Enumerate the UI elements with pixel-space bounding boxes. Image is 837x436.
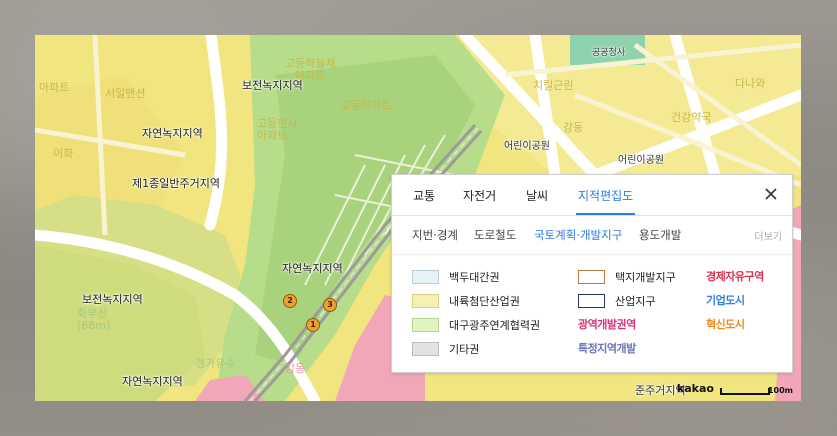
legend-label: 대구광주연계협력권 xyxy=(449,319,541,332)
zone-label: 자연녹지지역 xyxy=(282,262,343,275)
layer-tabs: 교통 자전거 날씨 지적편집도 xyxy=(392,175,792,216)
kakao-logo: kakao xyxy=(676,382,714,395)
place-name: 강동 xyxy=(563,121,584,134)
legend-swatch xyxy=(412,342,439,356)
cadastral-subtabs: 지번·경계 도로철도 국토계획·개발지구 용도개발 더보기 xyxy=(392,216,792,255)
place-name: 건강약국 xyxy=(671,111,712,124)
subtab-lot-boundary[interactable]: 지번·경계 xyxy=(412,227,458,243)
public-office-label: 공공청사 xyxy=(592,48,626,58)
subtab-land-use[interactable]: 용도개발 xyxy=(639,227,681,243)
place-name: 이화 xyxy=(53,147,74,160)
legend-item: 백두대간권 xyxy=(412,269,500,285)
more-link[interactable]: 더보기 xyxy=(754,228,782,243)
zone-label: 보전녹지지역 xyxy=(242,79,303,92)
subtab-road-rail[interactable]: 도로철도 xyxy=(474,227,516,243)
exit-marker[interactable]: 3 xyxy=(323,298,337,312)
zone-label: 자연녹지지역 xyxy=(142,127,203,140)
zone-label: 제1종일반주거지역 xyxy=(132,177,220,190)
zone-label: 자연녹지지역 xyxy=(122,375,183,388)
scale-label: 100m xyxy=(767,386,793,395)
place-name: 강동 xyxy=(285,362,306,375)
badge-enterprise-city: 기업도시 xyxy=(705,293,747,309)
legend-label: 내륙첨단산업권 xyxy=(449,295,520,308)
tab-weather[interactable]: 날씨 xyxy=(526,187,548,204)
legend-swatch xyxy=(412,270,439,284)
place-name: 치킬근린 xyxy=(533,79,574,92)
scale-bar: 100m xyxy=(719,386,793,395)
exit-marker[interactable]: 1 xyxy=(306,318,320,332)
place-name: 아파트 xyxy=(39,81,70,94)
legend-item: 기타권 xyxy=(412,341,479,357)
park-label: 어린이공원 xyxy=(504,141,550,152)
place-name: 아파트 xyxy=(295,69,326,82)
legend-swatch xyxy=(412,294,439,308)
place-name: 교동아파트 xyxy=(341,99,392,112)
badge-metropolitan-dev: 광역개발권역 xyxy=(577,317,638,333)
place-name: (68m) xyxy=(77,319,111,332)
subtab-land-planning[interactable]: 국토계획·개발지구 xyxy=(534,227,622,243)
legend-item: 대구광주연계협력권 xyxy=(412,317,540,333)
legend-swatch xyxy=(412,318,439,332)
tab-bicycle[interactable]: 자전거 xyxy=(463,187,496,204)
legend-item: 택지개발지구 xyxy=(578,269,676,285)
close-icon[interactable] xyxy=(762,185,780,203)
scale-bar-line xyxy=(719,388,770,395)
place-name: 경가유수 xyxy=(195,357,236,370)
map-attribution: kakao 100m xyxy=(677,382,793,395)
legend-label: 택지개발지구 xyxy=(615,271,676,284)
badge-free-economic-zone: 경제자유구역 xyxy=(705,269,766,285)
legend-label: 산업지구 xyxy=(615,295,656,308)
legend-label: 기타권 xyxy=(449,343,480,356)
legend-item: 산업지구 xyxy=(578,293,655,309)
tab-cadastral-map[interactable]: 지적편집도 xyxy=(578,187,633,204)
badge-special-region-dev: 특정지역개발 xyxy=(577,341,638,357)
exit-marker[interactable]: 2 xyxy=(283,294,297,308)
map-layer-panel: 교통 자전거 날씨 지적편집도 지번·경계 도로철도 국토계획·개발지구 용도개… xyxy=(391,174,793,373)
place-name: 서일맨션 xyxy=(105,87,146,100)
tab-traffic[interactable]: 교통 xyxy=(413,187,435,204)
active-tab-indicator xyxy=(576,213,635,215)
legend-label: 백두대간권 xyxy=(449,271,500,284)
legend-item: 내륙첨단산업권 xyxy=(412,293,520,309)
legend-swatch xyxy=(578,294,605,308)
place-name: 다나와 xyxy=(735,77,766,90)
place-name: 아파트 xyxy=(257,129,288,142)
badge-innovation-city: 혁신도시 xyxy=(705,317,747,333)
park-label: 어린이공원 xyxy=(618,155,664,166)
legend-swatch xyxy=(578,270,605,284)
